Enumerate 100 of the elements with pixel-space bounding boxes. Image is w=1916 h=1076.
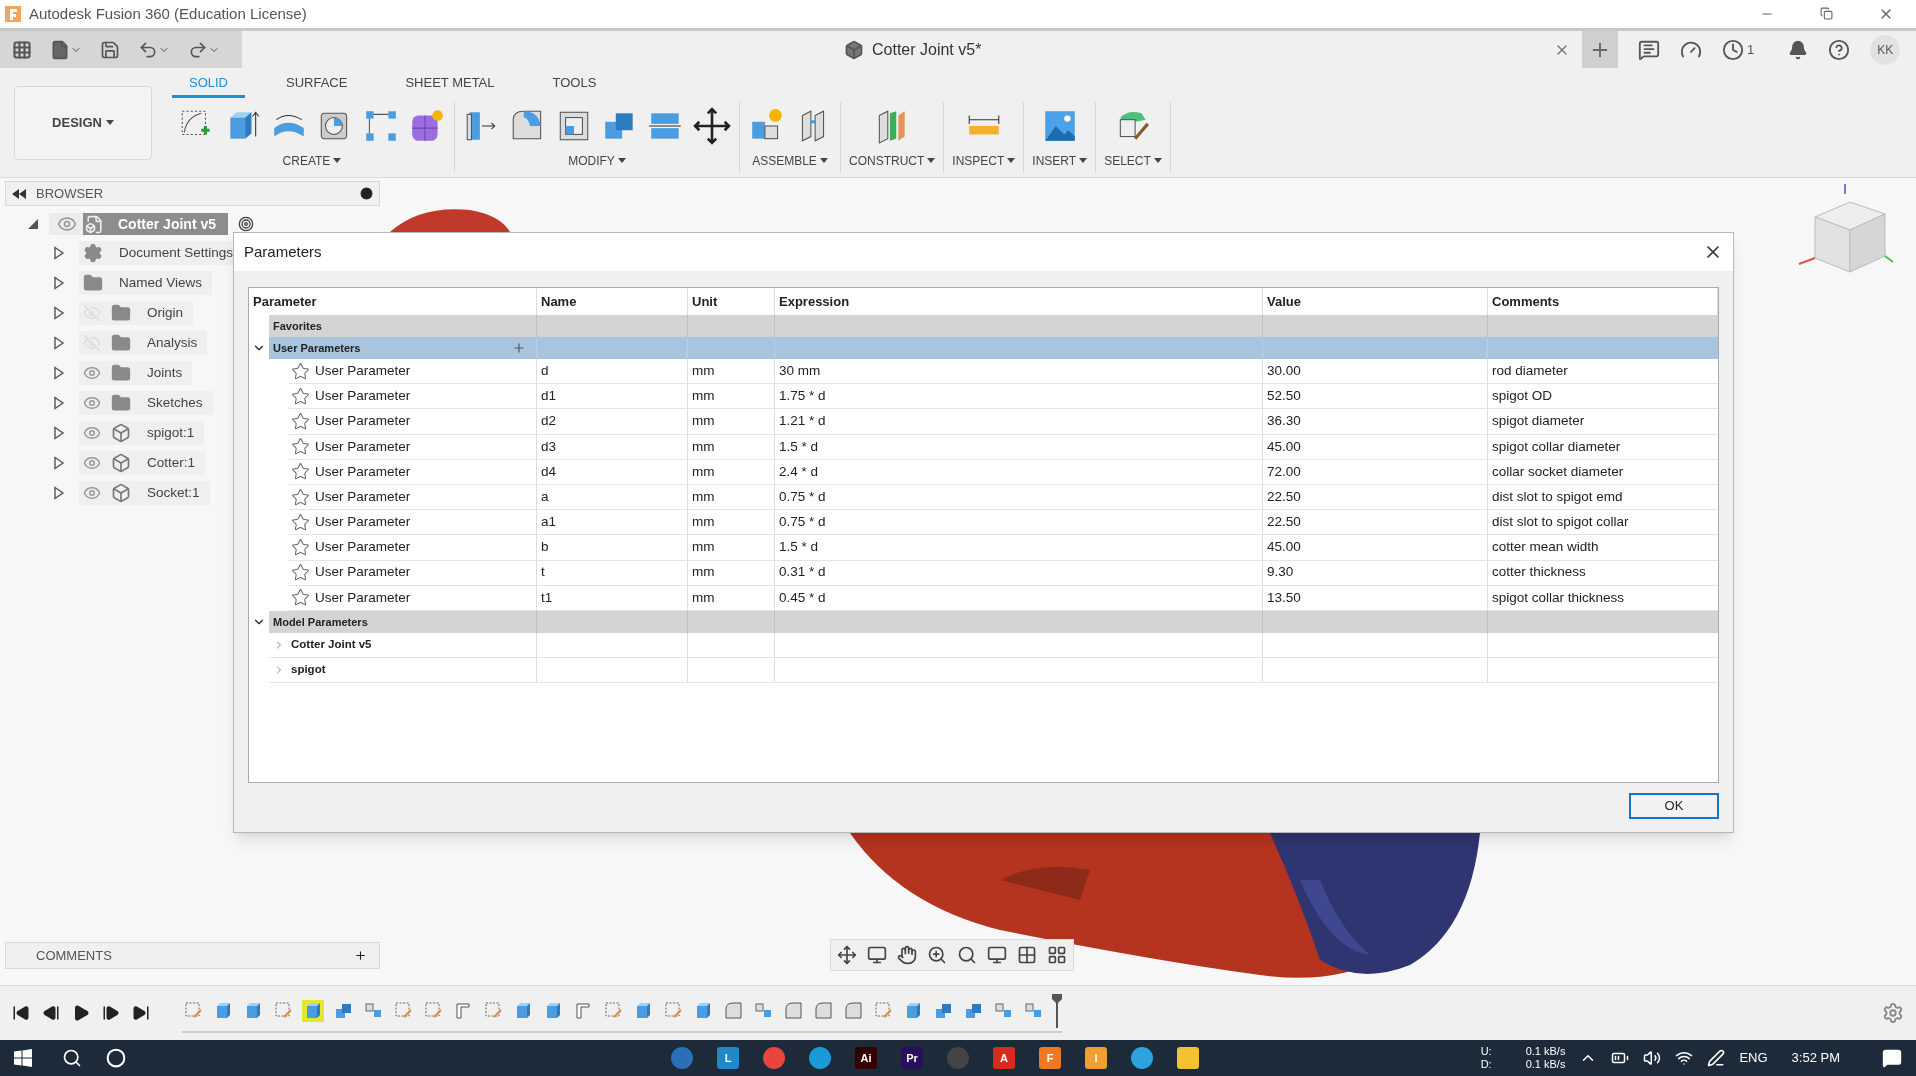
browser-item[interactable]: Named Views bbox=[79, 271, 213, 295]
ok-button[interactable]: OK bbox=[1629, 793, 1719, 819]
last-step-icon[interactable] bbox=[132, 1004, 150, 1022]
browser-item[interactable]: Socket:1 bbox=[79, 481, 210, 505]
tool-group-menu[interactable]: CREATE bbox=[282, 151, 342, 170]
caret-icon[interactable] bbox=[819, 157, 828, 164]
grid-icon[interactable] bbox=[1017, 945, 1037, 965]
file-icon[interactable] bbox=[50, 39, 70, 60]
play-icon[interactable] bbox=[72, 1004, 90, 1022]
taskbar-app-icon[interactable] bbox=[671, 1047, 693, 1069]
browser-item[interactable]: spigot:1 bbox=[79, 421, 205, 445]
notification-icon[interactable] bbox=[1788, 39, 1809, 60]
favorite-star-icon[interactable] bbox=[291, 537, 310, 557]
expand-icon[interactable] bbox=[53, 306, 65, 320]
collapse-icon[interactable] bbox=[27, 217, 39, 231]
user-avatar[interactable]: KK bbox=[1870, 34, 1901, 65]
browser-item[interactable]: Cotter:1 bbox=[79, 451, 206, 475]
timeline-feature[interactable] bbox=[812, 999, 834, 1022]
volume-icon[interactable] bbox=[1643, 1049, 1662, 1067]
first-step-icon[interactable] bbox=[12, 1004, 30, 1022]
browser-item[interactable]: Sketches bbox=[79, 391, 213, 415]
task-view-icon[interactable] bbox=[106, 1048, 126, 1068]
display-settings-icon[interactable] bbox=[987, 945, 1007, 965]
clock-time[interactable]: 3:52 PM bbox=[1791, 1048, 1840, 1068]
fit-icon[interactable] bbox=[957, 945, 977, 965]
caret-icon[interactable] bbox=[617, 157, 626, 164]
taskbar-app-icon[interactable] bbox=[763, 1047, 785, 1069]
timeline-feature[interactable] bbox=[782, 999, 804, 1022]
wifi-icon[interactable] bbox=[1675, 1049, 1694, 1067]
timeline-feature[interactable] bbox=[722, 999, 744, 1022]
caret-icon[interactable] bbox=[1007, 157, 1016, 164]
collapse-panel-icon[interactable] bbox=[12, 188, 26, 199]
restore-icon[interactable] bbox=[1820, 7, 1833, 20]
taskbar-app-icon[interactable] bbox=[1131, 1047, 1153, 1069]
ribbon-tab[interactable]: TOOLS bbox=[535, 71, 614, 98]
favorite-star-icon[interactable] bbox=[291, 411, 310, 431]
taskbar-app-icon[interactable] bbox=[809, 1047, 831, 1069]
expand-icon[interactable] bbox=[53, 396, 65, 410]
clock-icon[interactable] bbox=[1722, 38, 1744, 61]
favorite-star-icon[interactable] bbox=[291, 437, 310, 457]
tool-group-menu[interactable]: MODIFY bbox=[568, 151, 626, 170]
browser-item[interactable]: Analysis bbox=[79, 331, 208, 355]
expand-icon[interactable] bbox=[53, 486, 65, 500]
ribbon-tab[interactable]: SHEET METAL bbox=[388, 71, 512, 98]
save-icon[interactable] bbox=[100, 39, 120, 60]
pan-icon[interactable] bbox=[897, 945, 917, 965]
favorite-star-icon[interactable] bbox=[291, 588, 310, 608]
expand-icon[interactable] bbox=[53, 456, 65, 470]
previous-step-icon[interactable] bbox=[42, 1004, 60, 1022]
zoom-icon[interactable] bbox=[927, 945, 947, 965]
favorite-star-icon[interactable] bbox=[291, 563, 310, 583]
taskbar-app-icon[interactable]: L bbox=[717, 1047, 739, 1069]
favorite-star-icon[interactable] bbox=[291, 361, 310, 381]
start-icon[interactable] bbox=[14, 1049, 32, 1067]
timeline-feature[interactable] bbox=[302, 999, 324, 1022]
tool-group-menu[interactable]: CONSTRUCT bbox=[849, 151, 936, 170]
taskbar-app-icon[interactable]: A bbox=[993, 1047, 1015, 1069]
taskbar-app-icon[interactable]: Pr bbox=[901, 1047, 923, 1069]
orbit-icon[interactable] bbox=[837, 945, 857, 965]
caret-icon[interactable] bbox=[105, 119, 114, 126]
timeline-marker-icon[interactable] bbox=[1052, 993, 1062, 1028]
favorite-star-icon[interactable] bbox=[291, 462, 310, 482]
expand-icon[interactable] bbox=[53, 276, 65, 290]
tool-group-menu[interactable]: INSERT bbox=[1032, 151, 1088, 170]
browser-item[interactable]: Origin bbox=[79, 301, 193, 325]
ribbon-tab[interactable]: SURFACE bbox=[269, 71, 365, 98]
add-icon[interactable] bbox=[354, 949, 367, 962]
viewports-icon[interactable] bbox=[1047, 945, 1067, 965]
pen-icon[interactable] bbox=[1707, 1049, 1726, 1067]
timeline-feature[interactable] bbox=[842, 999, 864, 1022]
workspace-dropdown[interactable]: DESIGN bbox=[14, 85, 152, 160]
expand-icon[interactable] bbox=[53, 246, 65, 260]
activate-icon[interactable] bbox=[238, 216, 254, 232]
favorite-star-icon[interactable] bbox=[291, 487, 310, 507]
favorite-star-icon[interactable] bbox=[291, 512, 310, 532]
redo-icon[interactable] bbox=[188, 39, 208, 60]
tool-group-menu[interactable]: INSPECT bbox=[952, 151, 1016, 170]
help-icon[interactable] bbox=[1828, 38, 1851, 61]
expand-icon[interactable] bbox=[53, 336, 65, 350]
favorite-star-icon[interactable] bbox=[291, 386, 310, 406]
move-icon[interactable] bbox=[693, 106, 731, 145]
browser-item[interactable]: Joints bbox=[79, 361, 193, 385]
undo-icon[interactable] bbox=[138, 39, 158, 60]
tool-group-menu[interactable]: ASSEMBLE bbox=[752, 151, 828, 170]
tool-group-menu[interactable]: SELECT bbox=[1104, 151, 1162, 170]
notifications-icon[interactable] bbox=[1882, 1048, 1902, 1068]
expand-icon[interactable] bbox=[53, 366, 65, 380]
apps-grid-icon[interactable] bbox=[12, 39, 32, 60]
search-icon[interactable] bbox=[62, 1048, 82, 1068]
caret-icon[interactable] bbox=[927, 157, 936, 164]
language-indicator[interactable]: ENG bbox=[1739, 1048, 1768, 1068]
caret-icon[interactable] bbox=[1079, 157, 1088, 164]
settings-icon[interactable] bbox=[1882, 1002, 1904, 1024]
expand-icon[interactable] bbox=[53, 426, 65, 440]
next-step-icon[interactable] bbox=[102, 1004, 120, 1022]
caret-icon[interactable] bbox=[1153, 157, 1162, 164]
comment-icon[interactable] bbox=[1638, 38, 1660, 61]
taskbar-app-icon[interactable]: Ai bbox=[855, 1047, 877, 1069]
caret-icon[interactable] bbox=[333, 157, 342, 164]
document-tab[interactable]: Cotter Joint v5* bbox=[242, 31, 1582, 68]
